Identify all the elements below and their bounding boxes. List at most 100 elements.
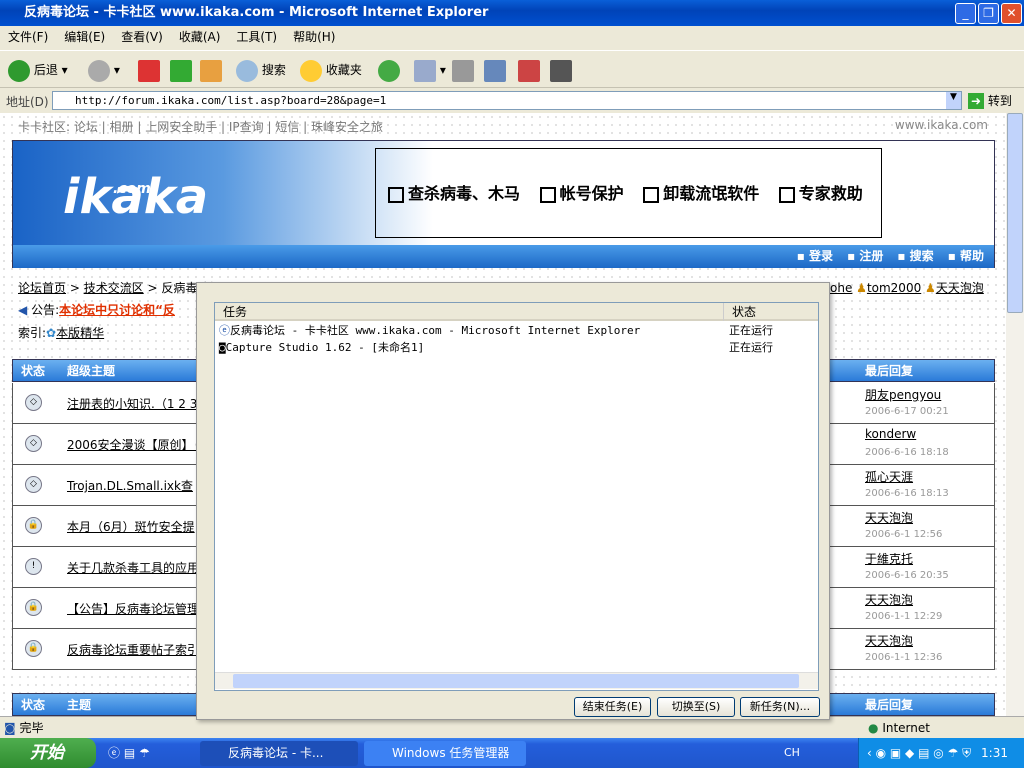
toolbar: 后退 ▾ ▾ 搜索 收藏夹 ▾ (0, 50, 1024, 88)
address-dropdown[interactable]: ▼ (946, 92, 961, 109)
taskbar-taskmgr[interactable]: Windows 任务管理器 (364, 741, 526, 766)
address-label: 地址(D) (6, 95, 49, 109)
last-reply-date: 2006-6-16 20:35 (865, 570, 949, 581)
scroll-thumb[interactable] (1007, 113, 1023, 313)
search-button[interactable]: 搜索 (236, 59, 286, 82)
mail-button[interactable]: ▾ (414, 59, 446, 82)
last-reply-user[interactable]: konderw (865, 427, 916, 441)
task-list[interactable]: 任务 状态 ⓔ反病毒论坛 - 卡卡社区 www.ikaka.com - Micro… (214, 302, 819, 691)
messenger-button[interactable] (518, 59, 540, 82)
menu-favorites[interactable]: 收藏(A) (179, 30, 221, 44)
go-arrow-icon: ➜ (968, 93, 984, 109)
stop-icon (138, 59, 160, 82)
closed-topic-icon: ◇ (25, 476, 42, 493)
checked-icon (388, 186, 404, 203)
scroll-thumb[interactable] (233, 674, 799, 688)
topic-link[interactable]: 注册表的小知识.（1 2 3 (67, 395, 197, 412)
logo-area[interactable]: ikaka .com (13, 141, 433, 245)
last-reply-date: 2006-6-16 18:13 (865, 488, 949, 499)
menu-tools[interactable]: 工具(T) (236, 30, 277, 44)
task-row[interactable]: ⓔ反病毒论坛 - 卡卡社区 www.ikaka.com - Microsoft … (219, 322, 814, 339)
camera-icon: ◙ (219, 341, 226, 354)
menu-view[interactable]: 查看(V) (121, 30, 163, 44)
last-reply-user[interactable]: 天天泡泡 (865, 509, 913, 526)
topic-link[interactable]: 本月（6月）斑竹安全提 (67, 518, 195, 535)
stop-button[interactable] (138, 59, 160, 82)
language-indicator[interactable]: CH (784, 746, 800, 759)
site-nav: ▪ 登录 ▪ 注册 ▪ 搜索 ▪ 帮助 (13, 245, 994, 268)
lock-icon: 🔒 (25, 517, 42, 534)
tray-icons[interactable]: ‹ ◉ ▣ ◆ ▤ ◎ ☂ ⛨ (859, 746, 971, 760)
checkbox-icon (643, 186, 660, 203)
checkbox-icon (539, 186, 556, 203)
logo-com: .com (113, 181, 151, 197)
ikaka-logo: ikaka (63, 169, 209, 225)
quick-launch-icons[interactable]: ⓔ ▤ ☂ (108, 744, 150, 761)
alert-topic-icon: ! (25, 558, 42, 575)
page-icon: ◙ (4, 721, 16, 735)
last-reply-date: 2006-1-1 12:36 (865, 652, 943, 663)
end-task-button[interactable]: 结束任务(E) (574, 697, 651, 717)
user-icon: ♟ (925, 281, 936, 295)
last-reply-user[interactable]: 天天泡泡 (865, 591, 913, 608)
address-input[interactable]: http://forum.ikaka.com/list.asp?board=28… (52, 91, 962, 110)
help-link[interactable]: ▪ 帮助 (948, 249, 984, 263)
system-tray: ‹ ◉ ▣ ◆ ▤ ◎ ☂ ⛨ 1:31 (858, 738, 1024, 768)
refresh-icon (170, 59, 192, 82)
last-reply-date: 2006-6-1 12:56 (865, 529, 943, 540)
minimize-button[interactable]: _ (955, 3, 976, 24)
history-icon (378, 59, 400, 82)
last-reply-user[interactable]: 于維克托 (865, 550, 913, 567)
window-title: 反病毒论坛 - 卡卡社区 www.ikaka.com - Microsoft I… (24, 5, 489, 20)
menu-help[interactable]: 帮助(H) (293, 30, 335, 44)
home-button[interactable] (200, 59, 222, 82)
top-nav[interactable]: 卡卡社区: 论坛 | 相册 | 上网安全助手 | IP查询 | 短信 | 珠峰安… (18, 118, 383, 135)
history-button[interactable] (378, 59, 400, 82)
search-link[interactable]: ▪ 搜索 (897, 249, 933, 263)
search-icon (236, 59, 258, 82)
taskbar-ie[interactable]: 反病毒论坛 - 卡... (200, 741, 358, 766)
last-reply-user[interactable]: 孤心天涯 (865, 468, 913, 485)
tool-button[interactable] (550, 59, 572, 82)
horizontal-scrollbar[interactable] (215, 672, 818, 689)
column-task[interactable]: 任务 (223, 303, 247, 321)
start-button[interactable]: 开始 (0, 738, 96, 768)
register-link[interactable]: ▪ 注册 (847, 249, 883, 263)
ad-box[interactable]: 查杀病毒、木马 帐号保护 卸载流氓软件 专家救助 (375, 148, 882, 238)
task-row[interactable]: ◙Capture Studio 1.62 - [未命名1] 正在运行 (219, 339, 814, 356)
menu-file[interactable]: 文件(F) (8, 30, 48, 44)
print-icon (452, 59, 474, 82)
maximize-button[interactable]: ❐ (978, 3, 999, 24)
topic-link[interactable]: Trojan.DL.Small.ixk查 (67, 477, 193, 494)
favorites-button[interactable]: 收藏夹 (300, 59, 362, 82)
edit-button[interactable] (484, 59, 506, 82)
go-button[interactable]: ➜ 转到 (968, 92, 1012, 109)
menu-edit[interactable]: 编辑(E) (64, 30, 105, 44)
last-reply-user[interactable]: 天天泡泡 (865, 632, 913, 649)
last-reply-date: 2006-1-1 12:29 (865, 611, 943, 622)
internet-zone: ● Internet (868, 721, 930, 735)
last-reply-date: 2006-6-16 18:18 (865, 447, 949, 458)
column-status[interactable]: 状态 (723, 303, 756, 321)
topic-link[interactable]: 反病毒论坛重要帖子索引 (67, 641, 199, 658)
back-button[interactable]: 后退 ▾ (8, 59, 68, 82)
close-button[interactable]: ✕ (1001, 3, 1022, 24)
moderators: ohe ♟tom2000 ♟天天泡泡 (830, 281, 984, 295)
taskbar: 开始 ⓔ ▤ ☂ 反病毒论坛 - 卡... Windows 任务管理器 CH ‹… (0, 738, 1024, 768)
vertical-scrollbar[interactable] (1006, 113, 1024, 716)
new-task-button[interactable]: 新任务(N)... (740, 697, 820, 717)
address-bar: 地址(D) http://forum.ikaka.com/list.asp?bo… (0, 89, 1024, 112)
topic-link[interactable]: 关于几款杀毒工具的应用 (67, 559, 199, 576)
refresh-button[interactable] (170, 59, 192, 82)
forward-button[interactable]: ▾ (88, 59, 120, 82)
switch-to-button[interactable]: 切换至(S) (657, 697, 735, 717)
print-button[interactable] (452, 59, 474, 82)
login-link[interactable]: ▪ 登录 (797, 249, 833, 263)
topic-link[interactable]: 2006安全漫谈【原创】（ (67, 436, 200, 453)
star-icon: ✿ (46, 326, 57, 340)
star-icon (300, 59, 322, 82)
clock: 1:31 (981, 746, 1008, 760)
notice: ◀ 公告:本论坛中只讨论和“反 (18, 303, 175, 317)
topic-link[interactable]: 【公告】反病毒论坛管理 (67, 600, 199, 617)
last-reply-user[interactable]: 朋友pengyou (865, 386, 941, 403)
